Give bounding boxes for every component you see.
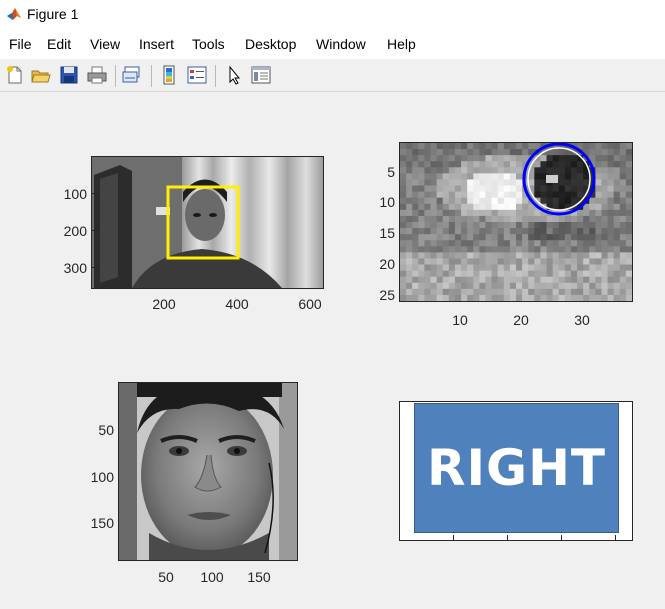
figure-canvas[interactable]: 100 200 300 200 400 600 5 10 15 20 25 10… <box>0 92 665 609</box>
y-tick-label: 100 <box>90 469 114 485</box>
x-tick-label: 400 <box>225 296 249 312</box>
title-bar: Figure 1 <box>0 0 665 30</box>
y-tick-label: 5 <box>387 164 395 180</box>
x-tick-label: 10 <box>452 312 468 328</box>
save-icon[interactable] <box>58 64 80 86</box>
menu-bar: File Edit View Insert Tools Desktop Wind… <box>0 30 665 59</box>
y-tick-label: 20 <box>379 256 395 272</box>
link-plot-icon[interactable] <box>121 64 143 86</box>
menu-edit[interactable]: Edit <box>47 36 71 52</box>
y-tick-label: 25 <box>379 287 395 303</box>
edit-plot-icon[interactable] <box>223 64 245 86</box>
menu-view[interactable]: View <box>90 36 120 52</box>
direction-banner: RIGHT <box>414 403 619 533</box>
x-tick-label: 200 <box>152 296 176 312</box>
direction-label: RIGHT <box>426 439 607 497</box>
menu-insert[interactable]: Insert <box>139 36 174 52</box>
x-tick-label: 20 <box>513 312 529 328</box>
new-figure-icon[interactable] <box>4 64 26 86</box>
property-inspector-icon[interactable] <box>250 64 272 86</box>
x-tick-label: 50 <box>158 569 174 585</box>
y-tickmark <box>92 193 97 194</box>
y-tickmark <box>92 230 97 231</box>
menu-window[interactable]: Window <box>316 36 366 52</box>
webcam-frame-image <box>92 157 323 288</box>
toolbar-separator <box>215 65 216 87</box>
menu-help[interactable]: Help <box>387 36 416 52</box>
toolbar-separator <box>115 65 116 87</box>
eye-region-axes[interactable]: 5 10 15 20 25 10 20 30 <box>379 142 633 328</box>
window-title: Figure 1 <box>27 6 79 22</box>
eye-region-image <box>400 143 632 301</box>
y-tick-label: 100 <box>63 186 87 202</box>
webcam-frame-axes[interactable]: 100 200 300 200 400 600 <box>64 156 324 312</box>
y-tick-label: 10 <box>379 194 395 210</box>
x-tick-label: 30 <box>574 312 590 328</box>
menu-file[interactable]: File <box>9 36 32 52</box>
matlab-logo-icon <box>6 6 22 22</box>
x-tickmark <box>507 535 508 540</box>
y-tick-label: 300 <box>63 260 87 276</box>
y-tickmark <box>92 267 97 268</box>
open-file-icon[interactable] <box>30 64 52 86</box>
y-tick-label: 200 <box>63 223 87 239</box>
insert-colorbar-icon[interactable] <box>158 64 180 86</box>
x-tick-label: 100 <box>200 569 224 585</box>
toolbar-separator <box>151 65 152 87</box>
menu-tools[interactable]: Tools <box>192 36 225 52</box>
x-tick-label: 600 <box>298 296 322 312</box>
x-tick-label: 150 <box>247 569 271 585</box>
y-tick-label: 50 <box>98 422 114 438</box>
cropped-face-image <box>119 383 297 560</box>
x-tickmark <box>561 535 562 540</box>
insert-legend-icon[interactable] <box>186 64 208 86</box>
x-tickmark <box>453 535 454 540</box>
print-icon[interactable] <box>86 64 108 86</box>
y-tick-label: 150 <box>90 515 114 531</box>
x-tickmark <box>615 535 616 540</box>
y-tick-label: 15 <box>379 225 395 241</box>
cropped-face-axes[interactable]: 50 100 150 50 100 150 <box>91 382 298 585</box>
gaze-direction-axes[interactable]: RIGHT <box>399 401 633 541</box>
menu-desktop[interactable]: Desktop <box>245 36 296 52</box>
figure-toolbar <box>0 59 665 92</box>
